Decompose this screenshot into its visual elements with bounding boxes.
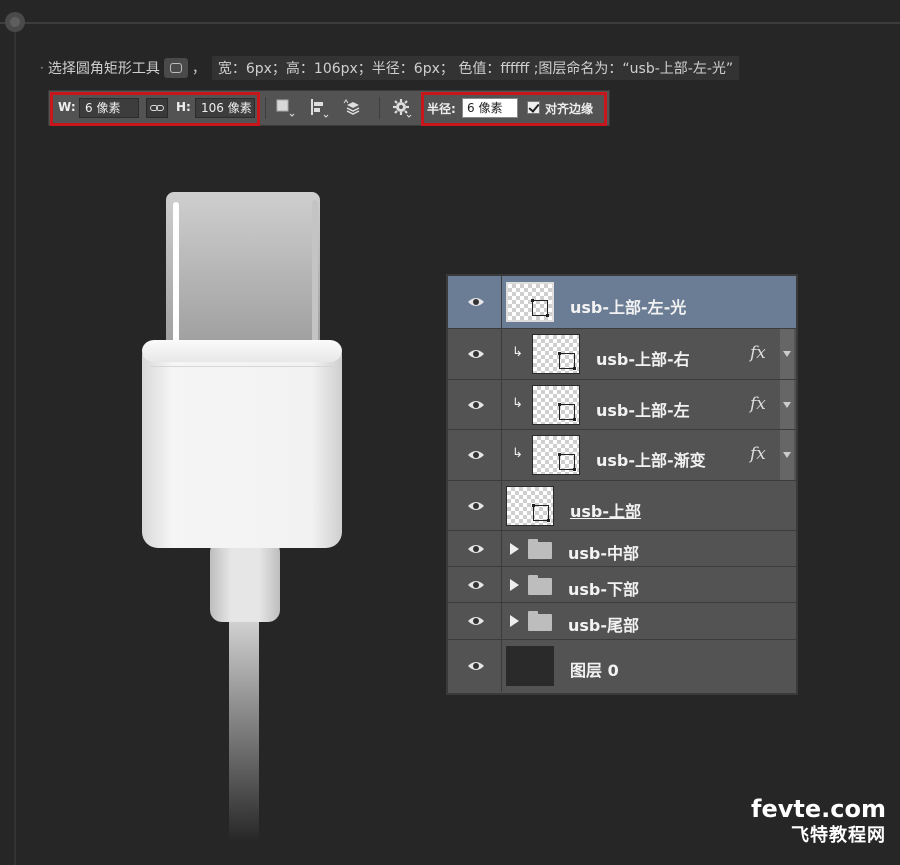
layer-group-usb-tail[interactable]: usb-尾部 — [448, 603, 796, 640]
watermark: fevte.com 飞特教程网 — [751, 795, 886, 847]
expand-arrow-icon[interactable] — [510, 615, 519, 627]
eye-icon[interactable] — [467, 543, 485, 555]
layer-name: usb-中部 — [568, 544, 640, 563]
fx-icon[interactable]: fx — [750, 343, 766, 363]
expand-arrow-icon[interactable] — [510, 579, 519, 591]
layer-group-usb-bottom[interactable]: usb-下部 — [448, 567, 796, 603]
layer-thumbnail — [506, 646, 554, 686]
layers-panel: usb-上部-左-光 ↳ usb-上部-右 fx ↳ usb-上部-左 fx ↳… — [446, 274, 798, 695]
usb-neck — [210, 540, 280, 622]
layer-row-usb-top-right[interactable]: ↳ usb-上部-右 fx — [448, 329, 796, 380]
eye-icon[interactable] — [467, 660, 485, 672]
eye-icon[interactable] — [467, 399, 485, 411]
eye-column — [448, 380, 502, 429]
layer-thumbnail — [532, 385, 580, 425]
eye-column — [448, 481, 502, 530]
layer-name: usb-上部 — [570, 502, 642, 521]
layer-thumbnail — [532, 435, 580, 475]
layer-row-usb-top-gradient[interactable]: ↳ usb-上部-渐变 fx — [448, 430, 796, 481]
eye-column — [448, 276, 502, 328]
folder-icon — [528, 575, 552, 595]
eye-icon[interactable] — [467, 500, 485, 512]
folder-icon — [528, 539, 552, 559]
usb-body — [142, 340, 342, 548]
layer-name: usb-上部-左-光 — [570, 298, 687, 317]
layer-name: usb-上部-右 — [596, 350, 690, 369]
chevron-down-icon[interactable] — [780, 430, 794, 480]
eye-column — [448, 329, 502, 379]
clipping-mask-arrow-icon: ↳ — [512, 446, 523, 461]
eye-column — [448, 430, 502, 480]
eye-icon[interactable] — [467, 449, 485, 461]
layer-group-usb-middle[interactable]: usb-中部 — [448, 531, 796, 567]
eye-icon[interactable] — [467, 615, 485, 627]
clipping-mask-arrow-icon: ↳ — [512, 396, 523, 411]
layer-row-usb-top-left[interactable]: ↳ usb-上部-左 fx — [448, 380, 796, 430]
usb-top-right-edge — [312, 200, 318, 356]
eye-icon[interactable] — [467, 348, 485, 360]
chevron-down-icon[interactable] — [780, 380, 794, 429]
layer-name: usb-上部-渐变 — [596, 451, 706, 470]
usb-cable — [229, 622, 259, 842]
expand-arrow-icon[interactable] — [510, 543, 519, 555]
eye-column — [448, 640, 502, 692]
watermark-name: 飞特教程网 — [791, 825, 886, 846]
eye-column — [448, 531, 502, 566]
watermark-site: fevte.com — [751, 795, 886, 823]
fx-icon[interactable]: fx — [750, 394, 766, 414]
layer-thumbnail — [506, 486, 554, 526]
folder-icon — [528, 611, 552, 631]
clipping-mask-arrow-icon: ↳ — [512, 345, 523, 360]
usb-top-metal — [166, 192, 320, 362]
layer-name: 图层 0 — [570, 661, 619, 680]
eye-column — [448, 567, 502, 602]
usb-top-left-light — [173, 202, 179, 358]
eye-column — [448, 603, 502, 639]
chevron-down-icon[interactable] — [780, 329, 794, 379]
layer-name: usb-尾部 — [568, 616, 640, 635]
layer-thumbnail — [532, 334, 580, 374]
eye-icon[interactable] — [467, 579, 485, 591]
layer-name: usb-上部-左 — [596, 401, 690, 420]
layer-thumbnail — [506, 282, 554, 322]
usb-body-top-highlight — [142, 340, 342, 362]
fx-icon[interactable]: fx — [750, 444, 766, 464]
layer-row-usb-top[interactable]: usb-上部 — [448, 481, 796, 531]
layer-row-layer-0[interactable]: 图层 0 — [448, 640, 796, 692]
layer-row-usb-top-left-light[interactable]: usb-上部-左-光 — [448, 276, 796, 329]
layer-name: usb-下部 — [568, 580, 640, 599]
eye-icon[interactable] — [467, 296, 485, 308]
